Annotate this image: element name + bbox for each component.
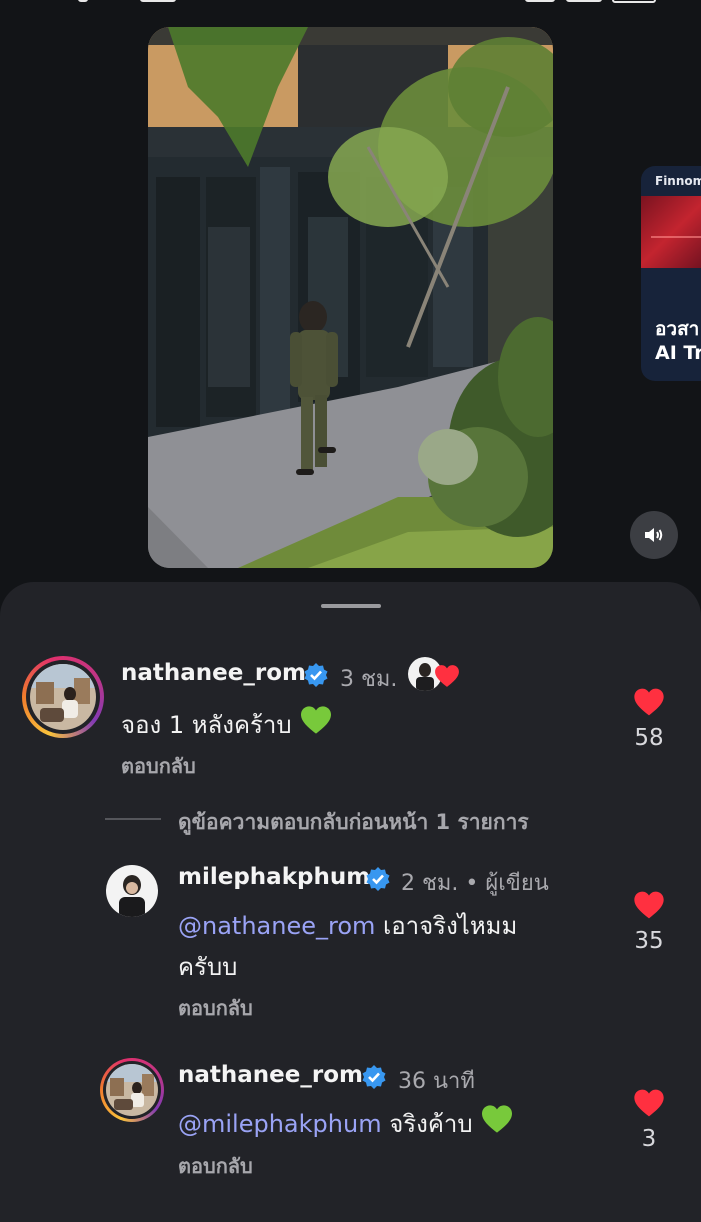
avatar[interactable] xyxy=(106,865,158,917)
card-title-line1: อวสา xyxy=(655,318,700,340)
author-label: • ผู้เขียน xyxy=(465,871,549,896)
avatar-photo xyxy=(30,664,96,730)
creator-heart-icon xyxy=(435,665,459,687)
reply-button[interactable]: ตอบกลับ xyxy=(178,1150,253,1182)
sheet-drag-handle[interactable] xyxy=(321,604,381,608)
avatar[interactable] xyxy=(30,664,96,730)
like-count: 35 xyxy=(634,928,664,954)
story-media[interactable] xyxy=(148,27,553,568)
reply-username[interactable]: nathanee_rom xyxy=(178,1062,363,1088)
like-count: 3 xyxy=(641,1126,657,1152)
verified-badge-icon xyxy=(362,1065,386,1089)
view-previous-replies-button[interactable]: ดูข้อความตอบกลับก่อนหน้า 1 รายการ xyxy=(178,806,529,839)
like-heart-icon[interactable] xyxy=(633,687,665,717)
reply-text-line2: ครับบ xyxy=(178,953,238,981)
reply-button[interactable]: ตอบกลับ xyxy=(178,992,253,1024)
reply-text: @nathanee_rom เอาจริงไหมม xyxy=(178,912,518,940)
verified-badge-icon xyxy=(304,663,328,687)
speaker-icon xyxy=(645,528,663,542)
card-thumbnail xyxy=(641,196,701,268)
status-bar xyxy=(0,0,701,6)
comment-time: 3 ชม. xyxy=(340,667,398,692)
verified-badge-icon xyxy=(366,867,390,891)
comment-username[interactable]: nathanee_rom xyxy=(121,660,306,686)
like-count: 58 xyxy=(634,725,664,751)
reply-time: 2 ชม. • ผู้เขียน xyxy=(401,871,549,896)
avatar[interactable] xyxy=(106,1064,158,1116)
reply-time: 36 นาที xyxy=(398,1069,475,1094)
thread-divider xyxy=(105,818,161,820)
card-title-line2: AI Tr xyxy=(655,342,701,364)
sound-toggle-button[interactable] xyxy=(630,511,678,559)
comment-text: จอง 1 หลังคร้าบ xyxy=(121,705,333,744)
mention-link[interactable]: @milephakphum xyxy=(178,1110,382,1138)
reply-button[interactable]: ตอบกลับ xyxy=(121,750,196,782)
next-story-card[interactable]: Finnome อวสา AI Tr xyxy=(641,166,701,381)
like-heart-icon[interactable] xyxy=(633,890,665,920)
story-photo xyxy=(148,27,553,568)
like-heart-icon[interactable] xyxy=(633,1088,665,1118)
card-brand: Finnome xyxy=(655,174,701,188)
reply-text: @milephakphum จริงค้าบ xyxy=(178,1104,514,1143)
reply-username[interactable]: milephakphum xyxy=(178,864,370,890)
avatar-photo xyxy=(106,1064,158,1116)
green-heart-icon xyxy=(482,1105,513,1133)
green-heart-icon xyxy=(301,706,332,734)
avatar-photo xyxy=(106,865,158,917)
mention-link[interactable]: @nathanee_rom xyxy=(178,912,375,940)
